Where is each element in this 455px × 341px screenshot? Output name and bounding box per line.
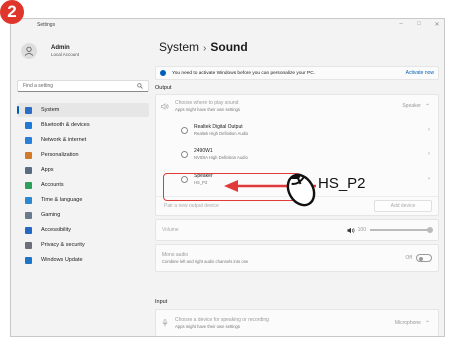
search-placeholder: Find a setting [23, 83, 54, 89]
choose-output-subtitle: Apps might have their own settings [175, 107, 240, 112]
page-title: Sound [210, 40, 248, 54]
nav-icon [25, 151, 32, 159]
avatar [21, 43, 37, 59]
sidebar-item-windows-update[interactable]: Windows Update [17, 253, 149, 267]
nav-icon [25, 136, 32, 144]
mouse-icon [286, 173, 316, 207]
device-name: 2490W1 [194, 148, 213, 154]
step-number-badge: 2 [0, 0, 24, 24]
mono-audio-title: Mono audio [162, 252, 189, 258]
mono-audio-subtitle: Combine left and right audio channels in… [162, 259, 249, 264]
sidebar-item-label: Time & language [41, 197, 83, 203]
volume-slider[interactable] [370, 226, 433, 233]
title-bar: Settings – □ ✕ [11, 19, 444, 33]
sidebar-item-label: Accounts [41, 182, 64, 188]
chevron-up-icon[interactable]: ⌃ [425, 320, 430, 327]
device-driver: Realtek High Definition Audio [194, 131, 249, 136]
maximize-button[interactable]: □ [416, 21, 422, 28]
mono-audio-toggle[interactable] [416, 254, 432, 262]
current-input-value: Microphone [394, 320, 421, 326]
choose-input-subtitle: Apps might have their own settings [175, 324, 240, 329]
choose-input-title: Choose a device for speaking or recordin… [175, 317, 269, 323]
sidebar-item-accounts[interactable]: Accounts [17, 178, 149, 192]
sidebar-item-accessibility[interactable]: Accessibility [17, 223, 149, 237]
microphone-icon [162, 319, 168, 327]
minimize-button[interactable]: – [398, 21, 404, 28]
activation-message: You need to activate Windows before you … [172, 70, 316, 76]
radio-button[interactable] [181, 126, 188, 134]
nav-icon [25, 121, 32, 129]
speaker-icon [161, 102, 169, 110]
add-device-button[interactable]: Add device [374, 200, 432, 212]
choose-output-row[interactable]: Choose where to play sound Apps might ha… [156, 95, 438, 117]
sidebar-item-label: Accessibility [41, 227, 71, 233]
sidebar-item-label: Personalization [41, 152, 79, 158]
volume-slider-knob[interactable] [427, 226, 433, 233]
user-icon [24, 46, 34, 56]
chevron-right-icon[interactable]: › [428, 151, 430, 157]
sidebar-item-label: Windows Update [41, 257, 83, 263]
sidebar-item-label: Gaming [41, 212, 61, 218]
output-heading: Output [155, 85, 172, 91]
volume-label: Volume [162, 227, 179, 233]
radio-button[interactable] [181, 150, 188, 158]
nav-icon [25, 256, 32, 264]
nav-icon [25, 106, 32, 114]
mono-audio-card: Mono audio Combine left and right audio … [155, 244, 439, 272]
close-button[interactable]: ✕ [434, 21, 440, 28]
mono-audio-state: Off [405, 255, 412, 261]
breadcrumb-parent[interactable]: System [159, 40, 199, 54]
activate-now-link[interactable]: Activate now [406, 70, 434, 76]
search-box[interactable]: Find a setting [17, 80, 149, 92]
sidebar-item-time-language[interactable]: Time & language [17, 193, 149, 207]
choose-input-row[interactable]: Choose a device for speaking or recordin… [156, 310, 438, 336]
device-row-2490w1[interactable]: 2490W1 NVIDIA High Definition Audio › [156, 143, 438, 165]
nav-icon [25, 241, 32, 249]
info-icon [160, 70, 166, 76]
nav-list: System Bluetooth & devices Network & inter… [17, 103, 149, 268]
sidebar-item-network-internet[interactable]: Network & internet [17, 133, 149, 147]
chevron-up-icon[interactable]: ⌃ [425, 103, 430, 110]
nav-icon [25, 166, 32, 174]
choose-output-title: Choose where to play sound [175, 100, 239, 106]
device-name: Realtek Digital Output [194, 124, 243, 130]
search-icon [137, 83, 143, 89]
sidebar-item-privacy-security[interactable]: Privacy & security [17, 238, 149, 252]
sidebar-item-label: Apps [41, 167, 54, 173]
sidebar-item-gaming[interactable]: Gaming [17, 208, 149, 222]
input-heading: Input [155, 299, 168, 305]
user-account-type: Local Account [51, 52, 80, 57]
user-name: Admin [51, 45, 70, 51]
pair-device-label: Pair a new output device [164, 203, 219, 209]
input-device-card: Choose a device for speaking or recordin… [155, 309, 439, 336]
breadcrumb: System › Sound [159, 40, 248, 54]
activation-banner: You need to activate Windows before you … [155, 66, 439, 80]
current-output-value: Speaker [402, 103, 421, 109]
chevron-right-icon[interactable]: › [428, 176, 430, 182]
sidebar-item-personalization[interactable]: Personalization [17, 148, 149, 162]
sidebar-item-label: System [41, 107, 60, 113]
sidebar-item-label: Network & internet [41, 137, 87, 143]
nav-icon [25, 181, 32, 189]
chevron-right-icon[interactable]: › [428, 127, 430, 133]
sidebar-item-label: Bluetooth & devices [41, 122, 90, 128]
window-title: Settings [37, 22, 56, 28]
nav-icon [25, 226, 32, 234]
volume-value: 100 [357, 227, 366, 233]
device-driver: NVIDIA High Definition Audio [194, 155, 248, 160]
profile[interactable]: Admin Local Account [21, 43, 79, 59]
sidebar-item-label: Privacy & security [41, 242, 85, 248]
sidebar-item-bluetooth-devices[interactable]: Bluetooth & devices [17, 118, 149, 132]
sidebar: Admin Local Account Find a setting Syste… [11, 33, 155, 336]
volume-icon [347, 227, 355, 233]
nav-icon [25, 211, 32, 219]
device-row-realtek[interactable]: Realtek Digital Output Realtek High Defi… [156, 119, 438, 141]
volume-card: Volume 100 [155, 219, 439, 241]
nav-icon [25, 196, 32, 204]
sidebar-item-system[interactable]: System [17, 103, 149, 117]
breadcrumb-separator: › [203, 43, 207, 54]
callout-label: HS_P2 [318, 175, 366, 192]
sidebar-item-apps[interactable]: Apps [17, 163, 149, 177]
